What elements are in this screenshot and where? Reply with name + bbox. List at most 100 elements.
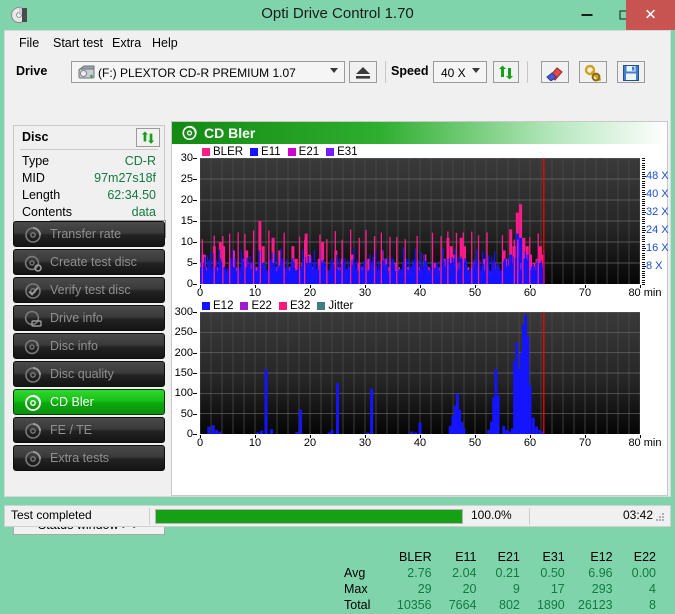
- sidebar-item-drive-info[interactable]: Drive info: [13, 305, 165, 331]
- x-tick: 80 min: [628, 437, 661, 449]
- sidebar-item-cd-bler[interactable]: CD Bler: [13, 389, 165, 415]
- disc-type-value: CD-R: [125, 154, 156, 168]
- sidebar-item-create-test-disc[interactable]: Create test disc: [13, 249, 165, 275]
- legend-e31: E31: [326, 146, 357, 158]
- x-tick: 20: [304, 437, 316, 449]
- legend-e11: E11: [250, 146, 281, 158]
- sidebar-label: Transfer rate: [50, 227, 121, 241]
- close-button[interactable]: ✕: [626, 0, 675, 30]
- stats-row-label: Max: [344, 581, 381, 597]
- disc-mid-value: 97m27s18f: [94, 171, 156, 185]
- stats-cell: 4: [613, 581, 656, 597]
- stats-row-label: Total: [344, 597, 381, 613]
- disc-contents-label: Contents: [22, 205, 72, 219]
- stats-col-header: E21: [477, 549, 520, 565]
- bler-chart-bottom-xaxis: 01020304050607080 min: [200, 435, 670, 449]
- eraser-icon: [545, 65, 565, 81]
- refresh-icon: [141, 131, 155, 145]
- status-divider-1: [149, 508, 150, 525]
- y-tick: 20: [181, 194, 193, 206]
- speed-value: 40 X: [441, 66, 466, 80]
- x-tick: 10: [249, 287, 261, 299]
- speed-tick: 16 X: [646, 242, 669, 254]
- chart-panel-title: CD Bler: [204, 125, 255, 141]
- chart-panel-header: CD Bler: [172, 122, 667, 144]
- disc-icon: [24, 450, 42, 468]
- disc-row-type: Type CD-R: [14, 154, 164, 171]
- speed-tick: 32 X: [646, 206, 669, 218]
- close-icon: ✕: [644, 8, 657, 23]
- menu-file[interactable]: File: [15, 35, 43, 51]
- sidebar-label: Extra tests: [50, 451, 109, 465]
- minimize-button[interactable]: [568, 0, 606, 30]
- x-tick: 70: [579, 287, 591, 299]
- bler-chart-bottom-yaxis: 050100150200250300: [172, 312, 197, 434]
- drive-select[interactable]: (F:) PLEXTOR CD-R PREMIUM 1.07: [71, 61, 345, 83]
- legend-e32: E32: [279, 300, 310, 312]
- sidebar-label: Drive info: [50, 311, 103, 325]
- sidebar-label: Verify test disc: [50, 283, 131, 297]
- legend-e22: E22: [240, 300, 271, 312]
- y-tick: 10: [181, 236, 193, 248]
- y-tick: 100: [175, 387, 193, 399]
- stats-cell: 6.96: [565, 565, 613, 581]
- stats-cell: 802: [477, 597, 520, 613]
- menu-help[interactable]: Help: [148, 35, 182, 51]
- sidebar-item-transfer-rate[interactable]: Transfer rate: [13, 221, 165, 247]
- stats-cell: 2.76: [381, 565, 431, 581]
- disc-panel-title: Disc: [22, 130, 48, 144]
- minimize-icon: [582, 14, 593, 16]
- speed-tick: 8 X: [646, 260, 663, 272]
- save-button[interactable]: [617, 61, 645, 83]
- stats-cell: 29: [381, 581, 431, 597]
- eject-button[interactable]: [349, 61, 377, 83]
- save-icon: [623, 65, 639, 81]
- tools-button[interactable]: [579, 61, 607, 83]
- sidebar-label: Create test disc: [50, 255, 137, 269]
- tools-icon: [584, 65, 602, 82]
- drive-label: Drive: [16, 64, 47, 78]
- sidebar-item-fe-te[interactable]: FE / TE: [13, 417, 165, 443]
- speed-tick: 40 X: [646, 188, 669, 200]
- speed-tick: 24 X: [646, 224, 669, 236]
- erase-button[interactable]: [541, 61, 569, 83]
- y-tick: 25: [181, 173, 193, 185]
- speed-select[interactable]: 40 X: [433, 61, 487, 83]
- status-message: Test completed: [11, 508, 92, 522]
- menu-start-test[interactable]: Start test: [49, 35, 107, 51]
- table-row: Total10356766480218902612380: [344, 597, 675, 613]
- stats-cell: 0.00: [656, 565, 675, 581]
- stats-cell: 293: [565, 581, 613, 597]
- stats-cell: 0.21: [477, 565, 520, 581]
- sidebar-item-extra-tests[interactable]: Extra tests: [13, 445, 165, 471]
- bler-chart-top[interactable]: [200, 158, 640, 284]
- stats-cell: 10356: [381, 597, 431, 613]
- y-tick: 30: [181, 152, 193, 164]
- menu-extra[interactable]: Extra: [108, 35, 145, 51]
- stats-cell: 9: [477, 581, 520, 597]
- x-tick: 10: [249, 437, 261, 449]
- bler-chart-bottom[interactable]: [200, 312, 640, 434]
- bler-chart-top-xaxis: 01020304050607080 min: [200, 285, 670, 299]
- disc-write-icon: [24, 254, 42, 272]
- disc-type-label: Type: [22, 154, 49, 168]
- resize-grip[interactable]: [656, 513, 666, 523]
- sidebar-item-disc-info[interactable]: i Disc info: [13, 333, 165, 359]
- disc-icon: [24, 226, 42, 244]
- x-tick: 50: [469, 437, 481, 449]
- stats-cell: 0: [656, 581, 675, 597]
- table-row: Max292091729340-: [344, 581, 675, 597]
- refresh-speed-button[interactable]: [493, 61, 519, 83]
- table-row: Avg2.762.040.210.506.960.000.00-: [344, 565, 675, 581]
- sidebar-item-verify-test-disc[interactable]: Verify test disc: [13, 277, 165, 303]
- stats-cell: 8: [613, 597, 656, 613]
- sidebar-item-disc-quality[interactable]: Disc quality: [13, 361, 165, 387]
- legend-bler: BLER: [202, 146, 243, 158]
- x-tick: 0: [197, 287, 203, 299]
- elapsed-time: 03:42: [535, 508, 653, 522]
- chevron-down-icon: [472, 68, 480, 73]
- disc-length-label: Length: [22, 188, 60, 202]
- stats-col-header: E31: [520, 549, 565, 565]
- x-tick: 60: [524, 437, 536, 449]
- disc-refresh-button[interactable]: [136, 128, 160, 147]
